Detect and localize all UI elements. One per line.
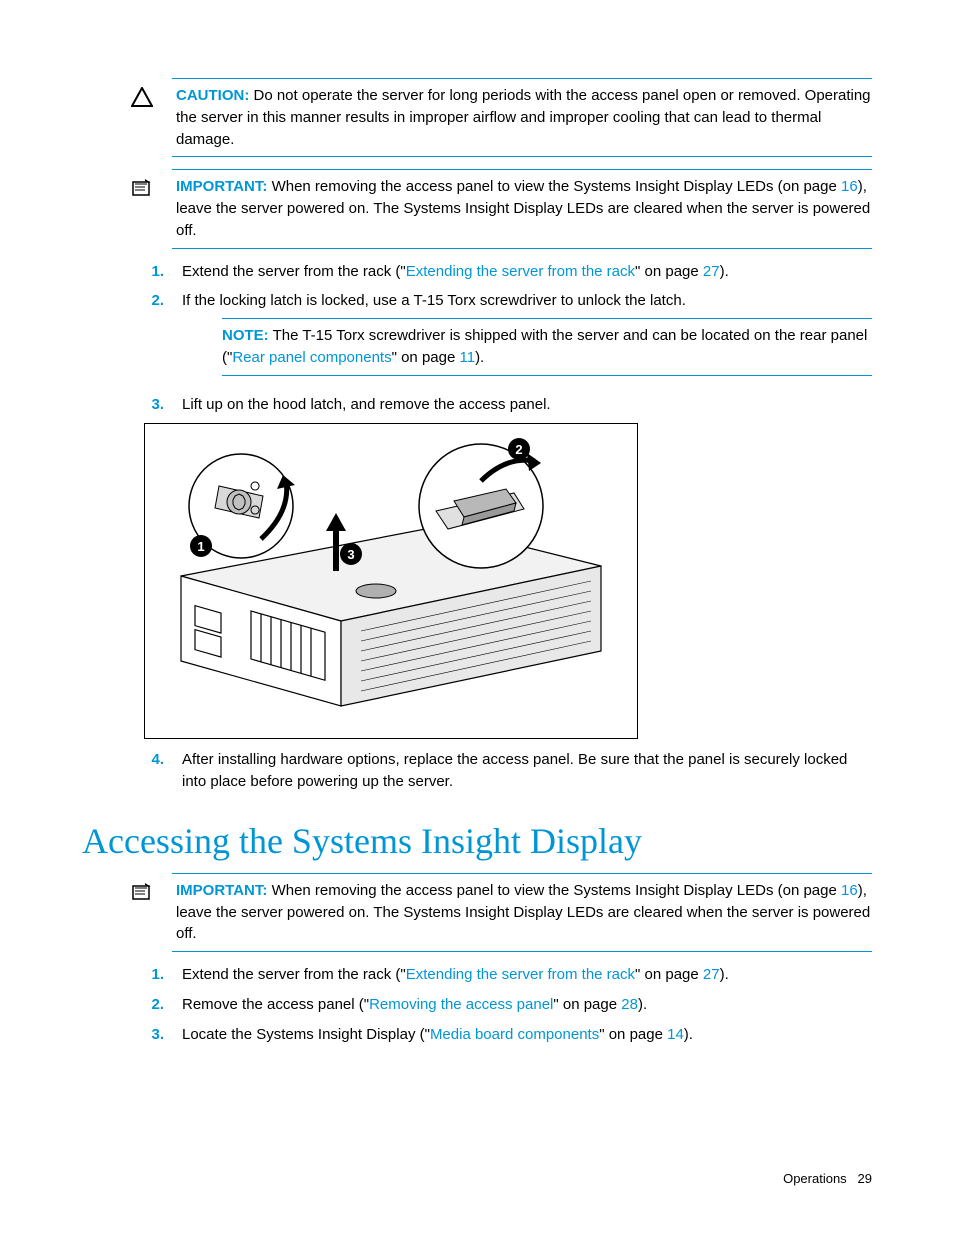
important-text-2-pre: When removing the access panel to view t… xyxy=(272,882,841,899)
caution-text: Do not operate the server for long perio… xyxy=(176,87,871,148)
step-link[interactable]: Media board components xyxy=(430,1026,599,1043)
svg-text:1: 1 xyxy=(197,539,204,554)
step-1-3: 3. Lift up on the hood latch, and remove… xyxy=(144,394,872,416)
step-text-post: ). xyxy=(720,966,729,983)
important-admonition-1: IMPORTANT: When removing the access pane… xyxy=(172,169,872,248)
note-text-post: ). xyxy=(475,349,484,366)
step-text: If the locking latch is locked, use a T-… xyxy=(182,292,686,309)
caution-label: CAUTION: xyxy=(176,87,249,104)
step-text-pre: Extend the server from the rack (" xyxy=(182,966,406,983)
step-text-post: ). xyxy=(684,1026,693,1043)
step-text-post: ). xyxy=(720,263,729,280)
step-number: 3. xyxy=(144,394,164,416)
step-page-link[interactable]: 28 xyxy=(621,996,638,1013)
step-number: 1. xyxy=(144,261,164,283)
svg-text:3: 3 xyxy=(347,547,354,562)
important-1-page-link[interactable]: 16 xyxy=(841,178,858,195)
note-admonition: NOTE: The T-15 Torx screwdriver is shipp… xyxy=(222,318,872,376)
server-access-panel-figure: 1 2 3 xyxy=(144,423,638,739)
step-1-4: 4. After installing hardware options, re… xyxy=(144,749,872,793)
important-2-page-link[interactable]: 16 xyxy=(841,882,858,899)
step-page-link[interactable]: 27 xyxy=(703,966,720,983)
important-label-1: IMPORTANT: xyxy=(176,178,267,195)
step-1-2: 2. If the locking latch is locked, use a… xyxy=(144,290,872,385)
step-text-mid: " on page xyxy=(599,1026,667,1043)
important-icon xyxy=(128,176,156,241)
step-link[interactable]: Extending the server from the rack xyxy=(406,966,635,983)
caution-admonition: CAUTION: Do not operate the server for l… xyxy=(172,78,872,157)
step-text-post: ). xyxy=(638,996,647,1013)
note-text-mid: " on page xyxy=(392,349,460,366)
important-admonition-2: IMPORTANT: When removing the access pane… xyxy=(172,873,872,952)
important-icon xyxy=(128,880,156,945)
step-2-1: 1. Extend the server from the rack ("Ext… xyxy=(144,964,872,986)
step-text: Lift up on the hood latch, and remove th… xyxy=(182,394,872,416)
step-number: 1. xyxy=(144,964,164,986)
note-label: NOTE: xyxy=(222,327,269,344)
step-text-mid: " on page xyxy=(635,966,703,983)
step-1-1: 1. Extend the server from the rack ("Ext… xyxy=(144,261,872,283)
step-text-pre: Remove the access panel (" xyxy=(182,996,369,1013)
step-text-mid: " on page xyxy=(635,263,703,280)
step-number: 2. xyxy=(144,994,164,1016)
steps-list-1: 1. Extend the server from the rack ("Ext… xyxy=(144,261,872,416)
step-2-3: 3. Locate the Systems Insight Display ("… xyxy=(144,1024,872,1046)
step-text-pre: Extend the server from the rack (" xyxy=(182,263,406,280)
footer-page: 29 xyxy=(858,1171,872,1186)
steps-list-1b: 4. After installing hardware options, re… xyxy=(144,749,872,793)
svg-text:2: 2 xyxy=(515,442,522,457)
step-number: 3. xyxy=(144,1024,164,1046)
step-number: 2. xyxy=(144,290,164,385)
footer-section: Operations xyxy=(783,1171,847,1186)
step-page-link[interactable]: 27 xyxy=(703,263,720,280)
step-link[interactable]: Removing the access panel xyxy=(369,996,553,1013)
step-text-pre: Locate the Systems Insight Display (" xyxy=(182,1026,430,1043)
step-number: 4. xyxy=(144,749,164,793)
step-2-2: 2. Remove the access panel ("Removing th… xyxy=(144,994,872,1016)
important-text-1-pre: When removing the access panel to view t… xyxy=(272,178,841,195)
page-footer: Operations 29 xyxy=(783,1170,872,1189)
section-heading: Accessing the Systems Insight Display xyxy=(82,815,872,867)
step-text: After installing hardware options, repla… xyxy=(182,749,872,793)
caution-icon xyxy=(128,85,156,150)
step-link[interactable]: Extending the server from the rack xyxy=(406,263,635,280)
note-link[interactable]: Rear panel components xyxy=(232,349,391,366)
note-page-link[interactable]: 11 xyxy=(459,349,475,366)
steps-list-2: 1. Extend the server from the rack ("Ext… xyxy=(144,964,872,1045)
important-label-2: IMPORTANT: xyxy=(176,882,267,899)
step-page-link[interactable]: 14 xyxy=(667,1026,684,1043)
step-text-mid: " on page xyxy=(553,996,621,1013)
